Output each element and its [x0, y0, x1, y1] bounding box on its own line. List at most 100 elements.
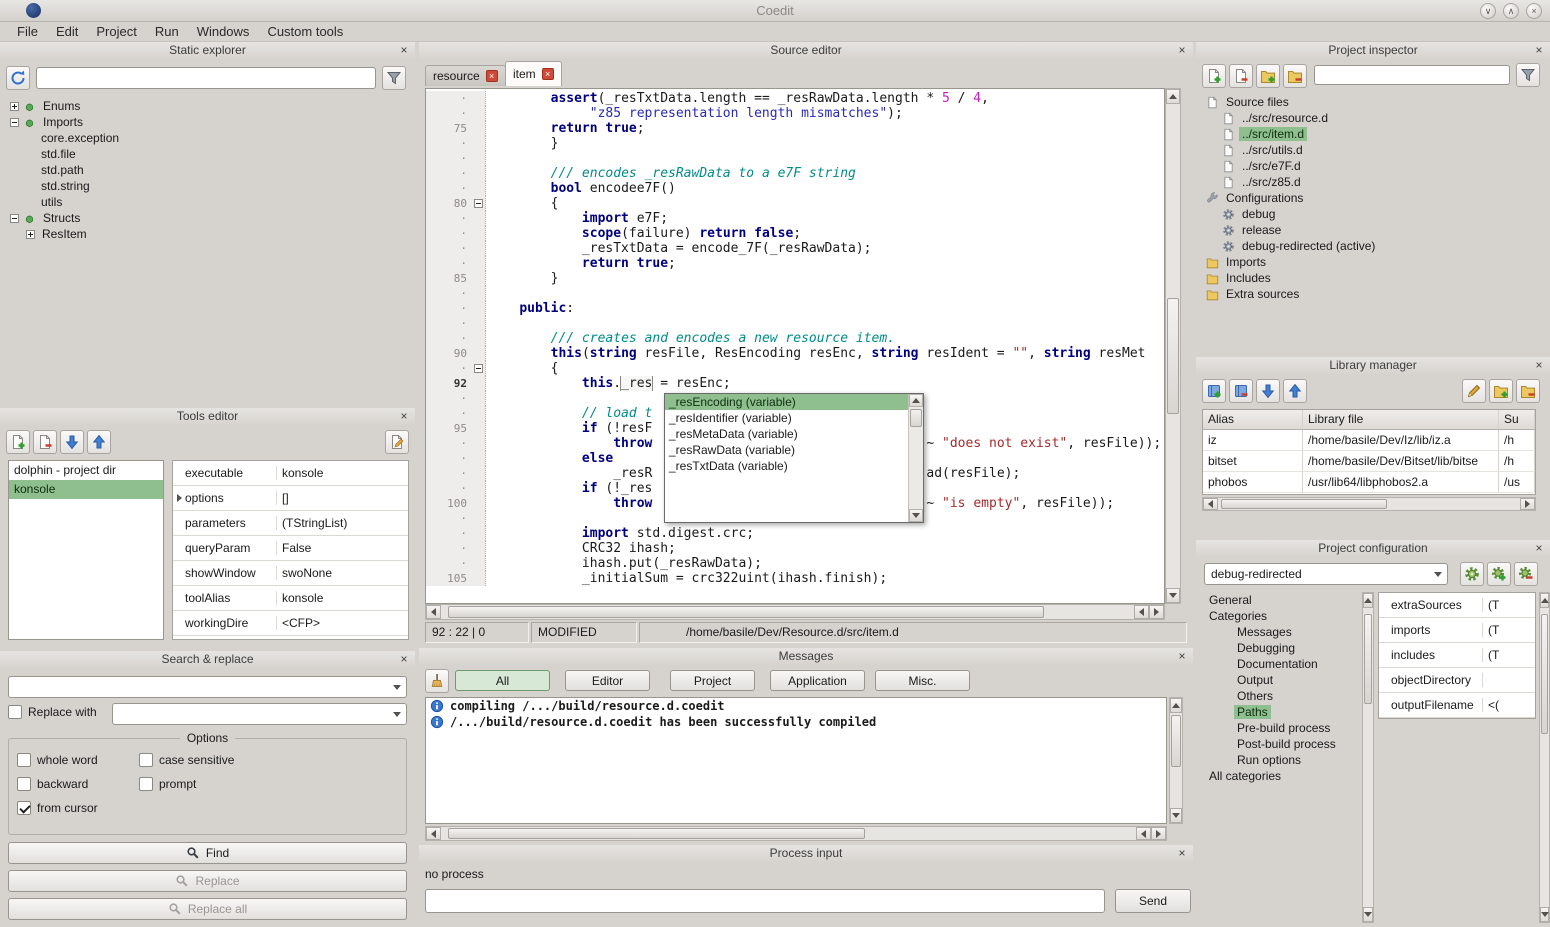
prompt-checkbox[interactable] [139, 777, 153, 791]
expander-icon[interactable] [10, 118, 19, 127]
project-node-debug-redirected-active[interactable]: debug-redirected (active) [1200, 238, 1546, 254]
code-line[interactable]: · public: [426, 301, 1164, 316]
message-row[interactable]: /.../build/resource.d.coedit has been su… [426, 714, 1166, 730]
scroll-left-button[interactable] [426, 605, 441, 619]
library-row-phobos[interactable]: phobos/usr/lib64/libphobos2.a/us [1203, 472, 1535, 493]
filter-options-button[interactable] [382, 66, 406, 90]
book-plus-button[interactable] [1202, 379, 1226, 403]
editor-horizontal-scrollbar[interactable] [425, 604, 1165, 620]
code-line[interactable]: 92 this._res = resEnc; [426, 376, 1164, 391]
scroll-thumb[interactable] [1221, 499, 1387, 509]
close-icon[interactable]: × [1532, 44, 1546, 58]
scroll-thumb[interactable] [1171, 715, 1181, 767]
code-line[interactable]: · } [426, 136, 1164, 151]
scroll-thumb[interactable] [1541, 614, 1548, 734]
fold-marker[interactable] [472, 361, 486, 376]
book-minus-button[interactable] [1229, 379, 1253, 403]
filter-misc[interactable]: Misc. [875, 670, 970, 691]
scroll-down-button[interactable] [1363, 907, 1373, 922]
scroll-thumb[interactable] [1167, 298, 1179, 414]
property-value[interactable]: [] [277, 491, 408, 505]
menu-run[interactable]: Run [146, 22, 188, 41]
whole-word-checkbox[interactable] [17, 753, 31, 767]
completion-item-restxtdata[interactable]: _resTxtData (variable) [665, 458, 908, 474]
messages-horizontal-scrollbar[interactable] [425, 826, 1167, 841]
close-icon[interactable]: × [397, 44, 411, 58]
library-row-iz[interactable]: iz/home/basile/Dev/Iz/lib/iz.a/h [1203, 430, 1535, 451]
page-plus-button[interactable] [6, 430, 30, 454]
case-sensitive-checkbox[interactable] [139, 753, 153, 767]
property-value[interactable]: (TStringList) [277, 516, 408, 530]
config-prop-includes[interactable]: includes(T [1379, 643, 1535, 668]
menu-edit[interactable]: Edit [47, 22, 87, 41]
inspector-filter-input[interactable] [1314, 65, 1510, 85]
code-line[interactable]: · bool encodee7F() [426, 181, 1164, 196]
page-minus-button[interactable] [33, 430, 57, 454]
symbol-std-path[interactable]: std.path [4, 162, 411, 178]
property-value[interactable]: (T [1483, 623, 1535, 637]
project-node-configurations[interactable]: Configurations [1200, 190, 1546, 206]
code-line[interactable]: · return true; [426, 256, 1164, 271]
menu-project[interactable]: Project [87, 22, 145, 41]
tool-prop-options[interactable]: options[] [173, 486, 408, 511]
column-header-su[interactable]: Su [1499, 410, 1535, 429]
project-node-src-z85-d[interactable]: ../src/z85.d [1200, 174, 1546, 190]
scroll-up-button[interactable] [1166, 89, 1180, 104]
close-icon[interactable]: × [1175, 44, 1189, 58]
search-term-combo[interactable] [8, 676, 407, 698]
project-node-source-files[interactable]: Source files [1200, 94, 1546, 110]
config-category-pre-build-process[interactable]: Pre-build process [1200, 720, 1360, 736]
close-icon[interactable]: × [397, 410, 411, 424]
expander-icon[interactable] [10, 102, 19, 111]
close-tab-icon[interactable]: × [486, 70, 498, 82]
tool-prop-toolalias[interactable]: toolAliaskonsole [173, 586, 408, 611]
arrow-down-button[interactable] [1256, 379, 1280, 403]
process-input-field[interactable] [425, 889, 1105, 913]
config-category-messages[interactable]: Messages [1200, 624, 1360, 640]
library-horizontal-scrollbar[interactable] [1202, 497, 1536, 511]
tool-prop-executable[interactable]: executablekonsole [173, 461, 408, 486]
property-value[interactable]: False [277, 541, 408, 555]
arrow-up-button[interactable] [87, 430, 111, 454]
scroll-left-button[interactable] [426, 827, 441, 840]
column-header-library-file[interactable]: Library file [1303, 410, 1499, 429]
filter-all[interactable]: All [455, 670, 550, 691]
folder-plus-button[interactable] [1489, 379, 1513, 403]
menu-windows[interactable]: Windows [188, 22, 259, 41]
config-prop-extrasources[interactable]: extraSources(T [1379, 593, 1535, 618]
code-editor[interactable]: · assert(_resTxtData.length == _resRawDa… [425, 88, 1165, 604]
message-row[interactable]: compiling /.../build/resource.d.coedit [426, 698, 1166, 714]
filter-editor[interactable]: Editor [565, 670, 650, 691]
property-value[interactable]: swoNone [277, 566, 408, 580]
tool-prop-queryparam[interactable]: queryParamFalse [173, 536, 408, 561]
arrow-down-button[interactable] [60, 430, 84, 454]
code-line[interactable]: · [426, 151, 1164, 166]
project-node-imports[interactable]: Imports [1200, 254, 1546, 270]
scroll-right-button[interactable] [1149, 605, 1164, 619]
scroll-up-button[interactable] [1363, 593, 1373, 608]
folder-minus-button[interactable] [1283, 64, 1307, 88]
tool-item-konsole[interactable]: konsole [9, 480, 163, 499]
code-line[interactable]: · "z85 representation length mismatches"… [426, 106, 1164, 121]
config-category-others[interactable]: Others [1200, 688, 1360, 704]
tab-resource[interactable]: resource× [425, 65, 506, 86]
scroll-left-button[interactable] [1134, 605, 1149, 619]
code-line[interactable]: · import std.digest.crc; [426, 526, 1164, 541]
code-line[interactable]: 80 { [426, 196, 1164, 211]
project-node-extra-sources[interactable]: Extra sources [1200, 286, 1546, 302]
code-line[interactable]: · [426, 316, 1164, 331]
scroll-thumb[interactable] [448, 828, 865, 839]
replace-button[interactable]: Replace [8, 870, 407, 892]
property-value[interactable]: konsole [277, 466, 408, 480]
scroll-left-button[interactable] [1136, 827, 1151, 840]
symbol-structs[interactable]: Structs [4, 210, 411, 226]
scroll-right-button[interactable] [1151, 827, 1166, 840]
symbol-resitem[interactable]: ResItem [4, 226, 411, 242]
code-line[interactable]: · CRC32 ihash; [426, 541, 1164, 556]
config-category-output[interactable]: Output [1200, 672, 1360, 688]
find-button[interactable]: Find [8, 842, 407, 864]
completion-item-resrawdata[interactable]: _resRawData (variable) [665, 442, 908, 458]
property-value[interactable]: <( [1483, 698, 1535, 712]
replace-with-checkbox[interactable] [8, 705, 22, 719]
property-value[interactable]: (T [1483, 598, 1535, 612]
